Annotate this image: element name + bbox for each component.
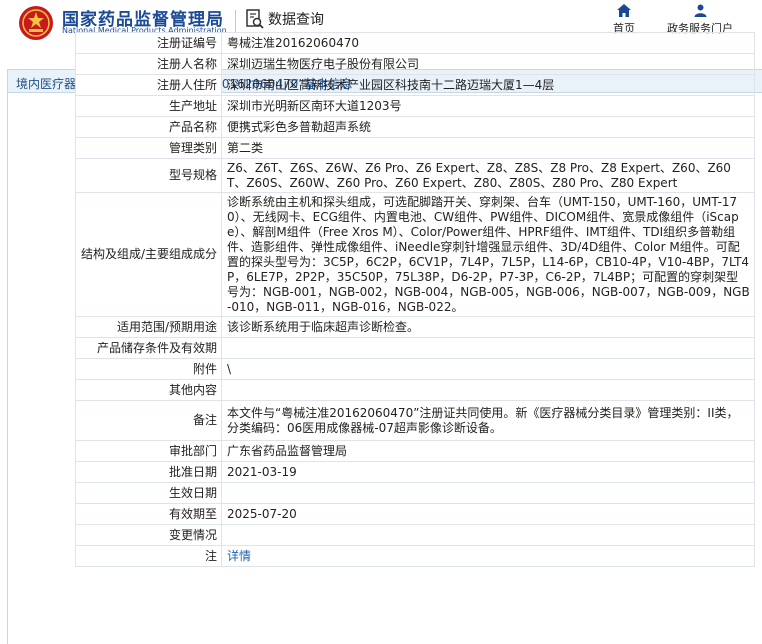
row-label: 产品储存条件及有效期 (75, 337, 222, 359)
info-table: 注册证编号 粤械注准20162060470 注册人名称 深圳迈瑞生物医疗电子股份有限公… (75, 32, 755, 567)
row-label: 批准日期 (75, 461, 222, 483)
row-label: 注册人名称 (75, 53, 222, 75)
table-row: 结构及组成/主要组成成分 诊断系统由主机和探头组成，可选配脚踏开关、穿刺架、台车（… (75, 192, 755, 317)
header-divider (235, 10, 236, 32)
row-label: 管理类别 (75, 137, 222, 159)
row-value: 诊断系统由主机和探头组成，可选配脚踏开关、穿刺架、台车（UMT-150，UMT-… (221, 192, 755, 317)
row-label: 生产地址 (75, 95, 222, 117)
row-label: 有效期至 (75, 503, 222, 525)
table-row: 注册人住所 深圳市南山区高新技术产业园区科技南十二路迈瑞大厦1—4层 (75, 74, 755, 96)
user-icon (694, 4, 706, 17)
row-label: 结构及组成/主要组成成分 (75, 192, 222, 317)
table-row: 产品名称 便携式彩色多普勒超声系统 (75, 116, 755, 138)
table-row: 备注 本文件与“粤械注准20162060470”注册证共同使用。新《医疗器械分类目… (75, 400, 755, 441)
row-value (221, 379, 755, 401)
row-value (221, 524, 755, 546)
row-label: 审批部门 (75, 440, 222, 462)
row-value: 广东省药品监督管理局 (221, 440, 755, 462)
row-label: 注 (75, 545, 222, 567)
row-value: 本文件与“粤械注准20162060470”注册证共同使用。新《医疗器械分类目录》… (221, 400, 755, 441)
table-row: 变更情况 (75, 524, 755, 546)
row-value: 详情 (221, 545, 755, 567)
table-row: 其他内容 (75, 379, 755, 401)
row-label: 注册证编号 (75, 32, 222, 54)
table-row: 注册人名称 深圳迈瑞生物医疗电子股份有限公司 (75, 53, 755, 75)
row-label: 备注 (75, 400, 222, 441)
table-row: 生效日期 (75, 482, 755, 504)
row-label: 型号规格 (75, 158, 222, 193)
row-value: 第二类 (221, 137, 755, 159)
data-query-label[interactable]: 数据查询 (268, 9, 324, 29)
row-value: 深圳迈瑞生物医疗电子股份有限公司 (221, 53, 755, 75)
row-value: Z6、Z6T、Z6S、Z6W、Z6 Pro、Z6 Expert、Z8、Z8S、Z… (221, 158, 755, 193)
row-value: 2025-07-20 (221, 503, 755, 525)
table-row: 适用范围/预期用途 该诊断系统用于临床超声诊断检查。 (75, 316, 755, 338)
row-label: 附件 (75, 358, 222, 380)
table-row: 附件 \ (75, 358, 755, 380)
row-label: 其他内容 (75, 379, 222, 401)
table-row: 有效期至 2025-07-20 (75, 503, 755, 525)
national-emblem-icon (19, 6, 53, 40)
row-value: 该诊断系统用于临床超声诊断检查。 (221, 316, 755, 338)
table-row: 生产地址 深圳市光明新区南环大道1203号 (75, 95, 755, 117)
row-label: 适用范围/预期用途 (75, 316, 222, 338)
table-row: 审批部门 广东省药品监督管理局 (75, 440, 755, 462)
row-label: 生效日期 (75, 482, 222, 504)
table-row: 注详情 (75, 545, 755, 567)
row-value: 便携式彩色多普勒超声系统 (221, 116, 755, 138)
row-value: 粤械注准20162060470 (221, 32, 755, 54)
row-label: 变更情况 (75, 524, 222, 546)
detail-link[interactable]: 详情 (227, 549, 251, 563)
row-value (221, 337, 755, 359)
home-icon (617, 4, 631, 17)
row-value (221, 482, 755, 504)
row-label: 产品名称 (75, 116, 222, 138)
data-query-icon (246, 9, 264, 29)
table-row: 产品储存条件及有效期 (75, 337, 755, 359)
row-value: 深圳市南山区高新技术产业园区科技南十二路迈瑞大厦1—4层 (221, 74, 755, 96)
table-row: 注册证编号 粤械注准20162060470 (75, 32, 755, 54)
table-row: 批准日期 2021-03-19 (75, 461, 755, 483)
table-row: 管理类别 第二类 (75, 137, 755, 159)
table-row: 型号规格 Z6、Z6T、Z6S、Z6W、Z6 Pro、Z6 Expert、Z8、Z… (75, 158, 755, 193)
row-value: 深圳市光明新区南环大道1203号 (221, 95, 755, 117)
row-value: \ (221, 358, 755, 380)
row-value: 2021-03-19 (221, 461, 755, 483)
row-label: 注册人住所 (75, 74, 222, 96)
